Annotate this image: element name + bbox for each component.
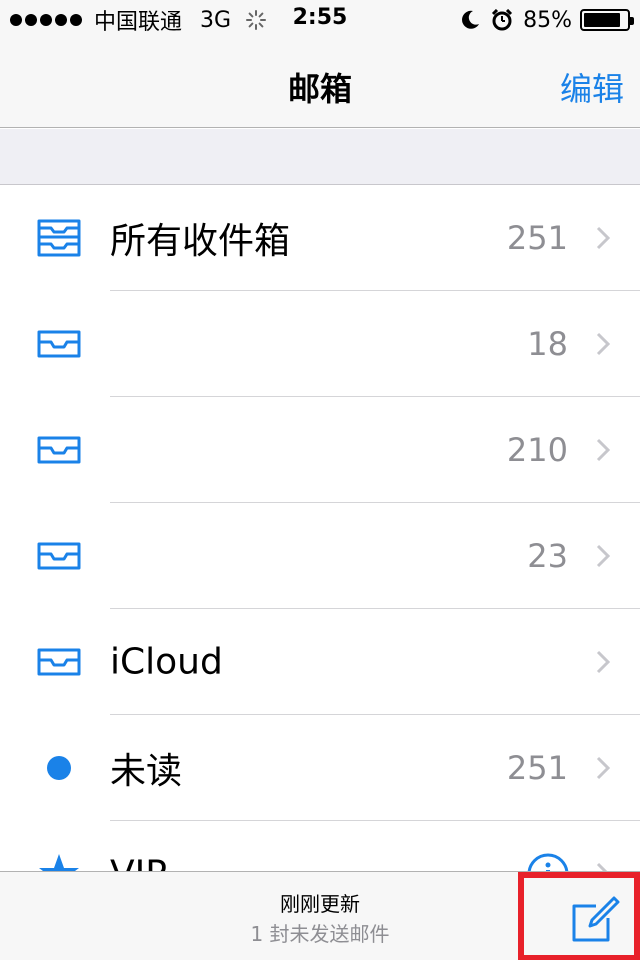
info-icon[interactable] <box>526 852 570 871</box>
mailbox-label: iCloud <box>110 641 223 683</box>
page-title: 邮箱 <box>287 70 352 108</box>
tray-icon <box>37 436 81 464</box>
unread-count: 251 <box>506 219 568 257</box>
mailbox-label: VIP <box>110 854 167 872</box>
chevron-right-icon <box>596 226 610 250</box>
mailbox-label: 所有收件箱 <box>110 221 291 262</box>
tray-icon <box>37 330 81 358</box>
unread-count: 210 <box>506 431 568 469</box>
star-icon <box>39 854 79 871</box>
mailbox-row-account-3[interactable]: 23 <box>0 503 640 609</box>
mailbox-row-unread[interactable]: 未读 251 <box>0 715 640 821</box>
mailbox-row-account-2[interactable]: 210 <box>0 397 640 503</box>
unread-count: 18 <box>527 325 568 363</box>
status-right: 85% <box>459 6 634 34</box>
alarm-icon <box>492 9 513 31</box>
battery-icon <box>580 9 634 31</box>
mailbox-row-vip[interactable]: VIP <box>0 821 640 871</box>
chevron-right-icon <box>596 756 610 780</box>
unread-count: 251 <box>506 749 568 787</box>
mailbox-row-all-inboxes[interactable]: 所有收件箱 251 <box>0 185 640 291</box>
mailbox-label: 未读 <box>110 751 183 792</box>
compose-icon <box>572 896 620 942</box>
tray-stack-icon <box>37 219 81 257</box>
unread-count: 23 <box>527 537 568 575</box>
tray-icon <box>37 542 81 570</box>
compose-button[interactable] <box>518 872 640 960</box>
bottom-toolbar: 刚刚更新 1 封未发送邮件 <box>0 871 640 960</box>
chevron-right-icon <box>596 862 608 871</box>
navigation-bar: 邮箱 编辑 <box>0 40 640 128</box>
battery-tip <box>630 17 634 25</box>
chevron-right-icon <box>596 650 610 674</box>
tray-icon <box>37 648 81 676</box>
moon-icon <box>462 10 480 29</box>
mailbox-row-icloud[interactable]: iCloud <box>0 609 640 715</box>
mailbox-row-account-1[interactable]: 18 <box>0 291 640 397</box>
status-bar: 中国联通 3G 2:55 85% <box>0 0 640 40</box>
blue-dot-icon <box>47 756 71 780</box>
mailbox-list: 所有收件箱 251 18 210 23 iCloud 未读 251 <box>0 185 640 871</box>
section-spacer <box>0 129 640 185</box>
chevron-right-icon <box>596 438 610 462</box>
chevron-right-icon <box>596 332 610 356</box>
edit-button[interactable]: 编辑 <box>560 64 624 110</box>
battery-percent: 85% <box>523 7 572 33</box>
chevron-right-icon <box>596 544 610 568</box>
battery-fill <box>584 13 620 27</box>
